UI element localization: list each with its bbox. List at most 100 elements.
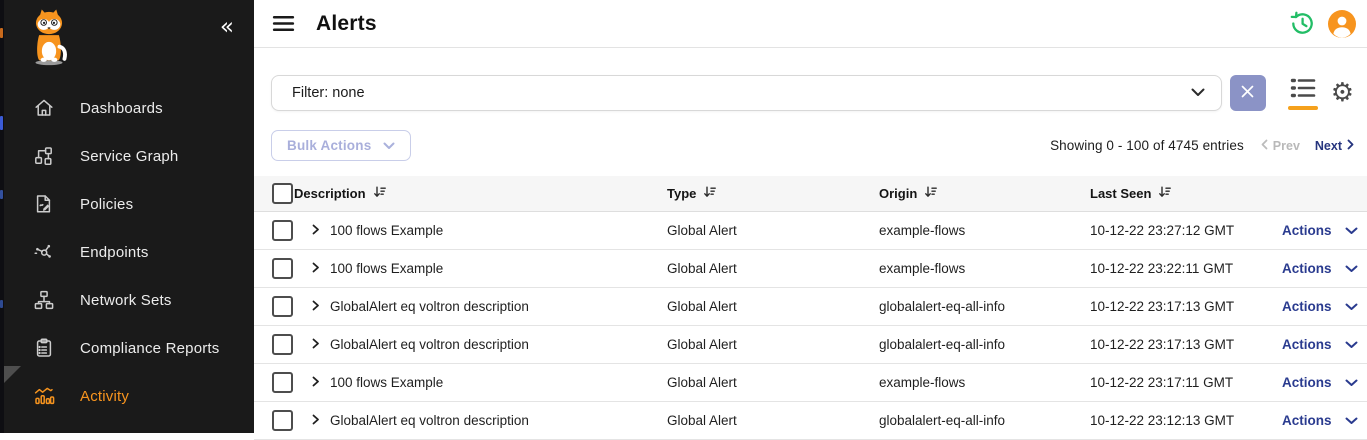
expand-row-button[interactable] (310, 375, 330, 390)
sidebar-header: « (0, 0, 254, 78)
row-checkbox-cell (272, 220, 310, 241)
sidebar-item-service-graph[interactable]: Service Graph (0, 132, 254, 180)
topbar-right (1289, 10, 1356, 38)
expand-row-button[interactable] (310, 261, 330, 276)
alert-origin: globalalert-eq-all-info (879, 337, 1090, 352)
chevron-down-icon (1345, 223, 1358, 238)
filter-select[interactable]: Filter: none (271, 75, 1222, 111)
alert-type: Global Alert (667, 413, 879, 428)
row-checkbox[interactable] (272, 410, 293, 431)
row-checkbox[interactable] (272, 220, 293, 241)
chevron-right-icon (310, 375, 321, 390)
alert-origin: example-flows (879, 223, 1090, 238)
actions-menu-button[interactable]: Actions (1282, 299, 1359, 314)
calico-cat-logo (26, 8, 72, 71)
expand-row-button[interactable] (310, 337, 330, 352)
alert-last-seen: 10-12-22 23:17:13 GMT (1090, 337, 1282, 352)
alert-description: 100 flows Example (330, 261, 667, 276)
column-label: Origin (879, 186, 917, 201)
activity-icon (33, 385, 55, 407)
alert-description: 100 flows Example (330, 223, 667, 238)
chevron-right-icon (310, 337, 321, 352)
alert-last-seen: 10-12-22 23:27:12 GMT (1090, 223, 1282, 238)
edge-dash (0, 28, 3, 38)
alert-description: GlobalAlert eq voltron description (330, 413, 667, 428)
actions-label: Actions (1282, 223, 1332, 238)
sort-icon (1158, 186, 1171, 201)
sidebar-item-partial[interactable] (0, 420, 254, 433)
alert-description: 100 flows Example (330, 375, 667, 390)
page-title: Alerts (316, 12, 377, 36)
hamburger-icon[interactable] (271, 11, 296, 36)
row-checkbox-cell (272, 334, 310, 355)
column-header-type[interactable]: Type (667, 186, 879, 201)
edge-dash (0, 190, 3, 199)
row-checkbox[interactable] (272, 258, 293, 279)
alert-last-seen: 10-12-22 23:17:13 GMT (1090, 299, 1282, 314)
pagination: Showing 0 - 100 of 4745 entries Prev Nex… (1050, 138, 1354, 153)
sidebar-collapse-button[interactable]: « (220, 16, 234, 39)
expand-row-button[interactable] (310, 413, 330, 428)
actions-menu-button[interactable]: Actions (1282, 223, 1359, 238)
home-icon (33, 97, 55, 119)
prev-page-button[interactable]: Prev (1261, 139, 1300, 153)
alerts-table: Description Type Origin Last Seen 100 fl… (254, 176, 1367, 440)
sidebar-item-label: Activity (80, 388, 129, 405)
chevron-down-icon (1191, 85, 1205, 101)
sidebar-item-network-sets[interactable]: Network Sets (0, 276, 254, 324)
list-controls: Bulk Actions Showing 0 - 100 of 4745 ent… (254, 111, 1367, 161)
chevron-right-icon (310, 261, 321, 276)
chevron-down-icon (1345, 413, 1358, 428)
sidebar-item-compliance-reports[interactable]: Compliance Reports (0, 324, 254, 372)
next-page-button[interactable]: Next (1315, 139, 1354, 153)
clear-filter-button[interactable] (1230, 75, 1266, 111)
active-view-underline (1288, 106, 1318, 110)
row-checkbox[interactable] (272, 334, 293, 355)
bulk-actions-button[interactable]: Bulk Actions (271, 130, 411, 161)
history-icon[interactable] (1289, 10, 1316, 37)
sidebar-nav: DashboardsService GraphPoliciesEndpoints… (0, 84, 254, 433)
actions-menu-button[interactable]: Actions (1282, 375, 1359, 390)
chevron-right-icon (310, 223, 321, 238)
sidebar-item-endpoints[interactable]: Endpoints (0, 228, 254, 276)
close-icon (1241, 85, 1254, 101)
actions-menu-button[interactable]: Actions (1282, 337, 1359, 352)
select-all-checkbox[interactable] (272, 183, 293, 204)
column-header-description[interactable]: Description (294, 186, 667, 201)
column-header-last-seen[interactable]: Last Seen (1090, 186, 1282, 201)
alert-origin: example-flows (879, 375, 1090, 390)
app-root: « DashboardsService GraphPoliciesEndpoin… (0, 0, 1367, 433)
alert-last-seen: 10-12-22 23:22:11 GMT (1090, 261, 1282, 276)
sidebar-item-policies[interactable]: Policies (0, 180, 254, 228)
row-checkbox[interactable] (272, 296, 293, 317)
actions-menu-button[interactable]: Actions (1282, 413, 1359, 428)
table-body: 100 flows ExampleGlobal Alertexample-flo… (254, 212, 1367, 440)
compliance-reports-icon (33, 337, 55, 359)
chevron-right-icon (310, 413, 321, 428)
corner-fold-decoration (4, 366, 21, 383)
gear-icon[interactable]: ⚙ (1331, 80, 1354, 106)
chevron-down-icon (1345, 375, 1358, 390)
actions-label: Actions (1282, 413, 1332, 428)
expand-row-button[interactable] (310, 299, 330, 314)
sidebar-item-dashboards[interactable]: Dashboards (0, 84, 254, 132)
alert-type: Global Alert (667, 375, 879, 390)
table-row: GlobalAlert eq voltron descriptionGlobal… (254, 326, 1367, 364)
sidebar-item-activity[interactable]: Activity (0, 372, 254, 420)
expand-row-button[interactable] (310, 223, 330, 238)
row-checkbox-cell (272, 410, 310, 431)
alert-type: Global Alert (667, 337, 879, 352)
column-header-origin[interactable]: Origin (879, 186, 1090, 201)
row-checkbox-cell (272, 296, 310, 317)
showing-entries-text: Showing 0 - 100 of 4745 entries (1050, 138, 1244, 153)
chevron-down-icon (1345, 337, 1358, 352)
sidebar-item-label: Compliance Reports (80, 340, 220, 357)
list-view-toggle[interactable] (1288, 76, 1318, 110)
row-checkbox-cell (272, 258, 310, 279)
actions-menu-button[interactable]: Actions (1282, 261, 1359, 276)
user-avatar-icon[interactable] (1328, 10, 1356, 38)
table-row: 100 flows ExampleGlobal Alertexample-flo… (254, 212, 1367, 250)
row-checkbox[interactable] (272, 372, 293, 393)
sidebar: « DashboardsService GraphPoliciesEndpoin… (0, 0, 254, 433)
chevron-down-icon (1345, 261, 1358, 276)
